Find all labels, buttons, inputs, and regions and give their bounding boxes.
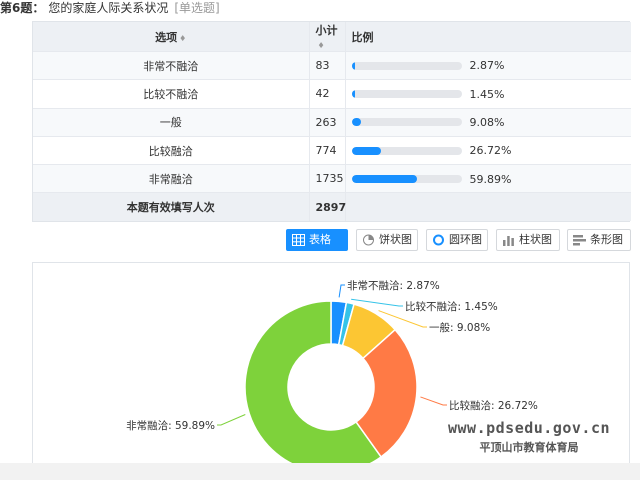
slice-label: 非常不融洽: 2.87% (347, 279, 440, 292)
watermark: www.pdsedu.gov.cn 平顶山市教育体育局 (448, 419, 610, 455)
watermark-org: 平顶山市教育体育局 (479, 441, 579, 454)
total-row: 本题有效填写人次 2897 (33, 192, 631, 221)
horizontal-bar-chart-button[interactable]: 条形图 (567, 229, 631, 251)
button-label: 圆环图 (449, 233, 482, 246)
row-ratio: 1.45% (345, 79, 631, 109)
watermark-url: www.pdsedu.gov.cn (448, 419, 611, 437)
table-row: 非常不融洽 83 2.87% (33, 51, 631, 81)
row-count: 1735 (309, 164, 346, 194)
slice-label: 一般: 9.08% (429, 321, 490, 334)
slice-label: 比较不融洽: 1.45% (405, 300, 498, 313)
progress-bar (351, 146, 462, 155)
progress-bar (351, 118, 462, 127)
row-percent: 2.87% (469, 59, 505, 73)
row-ratio: 59.89% (345, 164, 631, 194)
progress-fill (351, 118, 362, 127)
table-row: 一般 263 9.08% (33, 108, 631, 137)
slice-label: 非常融洽: 59.89% (126, 419, 215, 432)
row-ratio: 26.72% (345, 136, 631, 166)
donut-chart-button[interactable]: 圆环图 (426, 229, 488, 251)
horizontal-bar-chart-icon (573, 235, 586, 246)
progress-bar (351, 61, 462, 70)
question-type: [单选题] (174, 1, 220, 15)
progress-fill (351, 175, 418, 184)
table-row: 非常融洽 1735 59.89% (33, 164, 631, 194)
slice-label: 比较融洽: 26.72% (449, 399, 538, 412)
question-title: 第6题： 您的家庭人际关系状况 [单选题] (0, 0, 220, 16)
sort-icon[interactable]: ♦ (318, 41, 325, 50)
row-option: 非常不融洽 (33, 51, 310, 81)
button-label: 柱状图 (519, 233, 552, 246)
row-ratio: 9.08% (345, 108, 631, 137)
row-percent: 26.72% (469, 144, 512, 158)
progress-fill (351, 146, 381, 155)
sort-icon[interactable]: ♦ (179, 34, 186, 43)
donut-chart-icon (433, 234, 444, 246)
header-option[interactable]: 选项 ♦ (33, 22, 310, 52)
row-option: 比较不融洽 (33, 79, 310, 109)
progress-bar (351, 175, 462, 184)
row-count: 263 (309, 108, 346, 137)
row-percent: 1.45% (469, 87, 505, 101)
results-table: 选项 ♦ 小计♦ 比例 非常不融洽 83 2.87% 比较不融洽 42 1.45%… (32, 21, 631, 222)
button-label: 饼状图 (379, 233, 412, 246)
table-view-button[interactable]: 表格 (286, 229, 348, 251)
table-row: 比较融洽 774 26.72% (33, 136, 631, 166)
progress-fill (351, 90, 355, 99)
row-count: 774 (309, 136, 346, 166)
row-count: 83 (309, 51, 346, 81)
total-label: 本题有效填写人次 (33, 192, 310, 221)
table-header-row: 选项 ♦ 小计♦ 比例 (33, 22, 631, 52)
row-option: 比较融洽 (33, 136, 310, 166)
table-row: 比较不融洽 42 1.45% (33, 79, 631, 109)
label-leader-line (338, 284, 345, 298)
button-label: 表格 (309, 233, 331, 246)
question-text: 您的家庭人际关系状况 (48, 1, 169, 15)
row-option: 非常融洽 (33, 164, 310, 194)
page-footer-strip (0, 463, 640, 480)
row-percent: 9.08% (469, 115, 505, 129)
row-count: 42 (309, 79, 346, 109)
label-leader-line (420, 396, 447, 406)
header-ratio: 比例 (345, 22, 631, 52)
row-percent: 59.89% (469, 172, 512, 186)
label-leader-line (217, 414, 246, 426)
total-value: 2897 (309, 192, 346, 221)
row-option: 一般 (33, 108, 310, 137)
row-ratio: 2.87% (345, 51, 631, 81)
table-icon (292, 234, 305, 246)
question-number: 第6题： (0, 1, 45, 15)
bar-chart-icon (503, 236, 514, 246)
pie-chart-icon (363, 234, 374, 246)
pie-chart-button[interactable]: 饼状图 (356, 229, 418, 251)
header-count[interactable]: 小计♦ (309, 22, 346, 52)
progress-bar (351, 90, 462, 99)
progress-fill (351, 61, 355, 70)
button-label: 条形图 (590, 233, 623, 246)
bar-chart-button[interactable]: 柱状图 (496, 229, 560, 251)
